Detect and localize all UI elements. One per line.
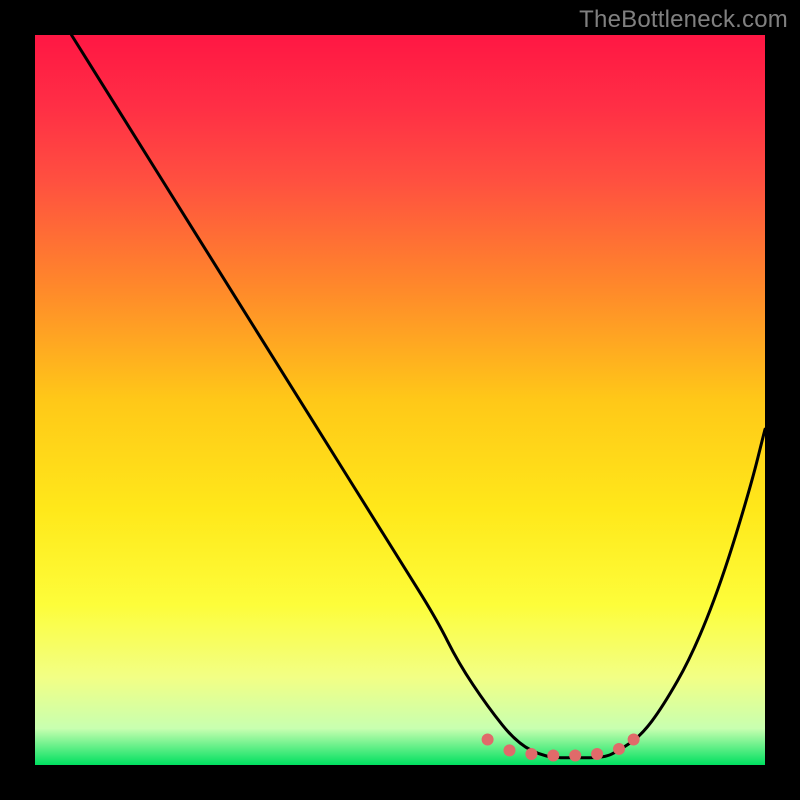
highlight-marker xyxy=(504,744,516,756)
highlight-marker xyxy=(525,748,537,760)
highlight-marker xyxy=(547,750,559,762)
highlight-marker xyxy=(591,748,603,760)
chart-frame: TheBottleneck.com xyxy=(0,0,800,800)
highlight-marker xyxy=(613,743,625,755)
plot-background xyxy=(35,35,765,765)
highlight-marker xyxy=(569,750,581,762)
highlight-marker xyxy=(628,733,640,745)
watermark-text: TheBottleneck.com xyxy=(579,6,788,34)
highlight-marker xyxy=(482,733,494,745)
bottleneck-chart xyxy=(0,0,800,800)
